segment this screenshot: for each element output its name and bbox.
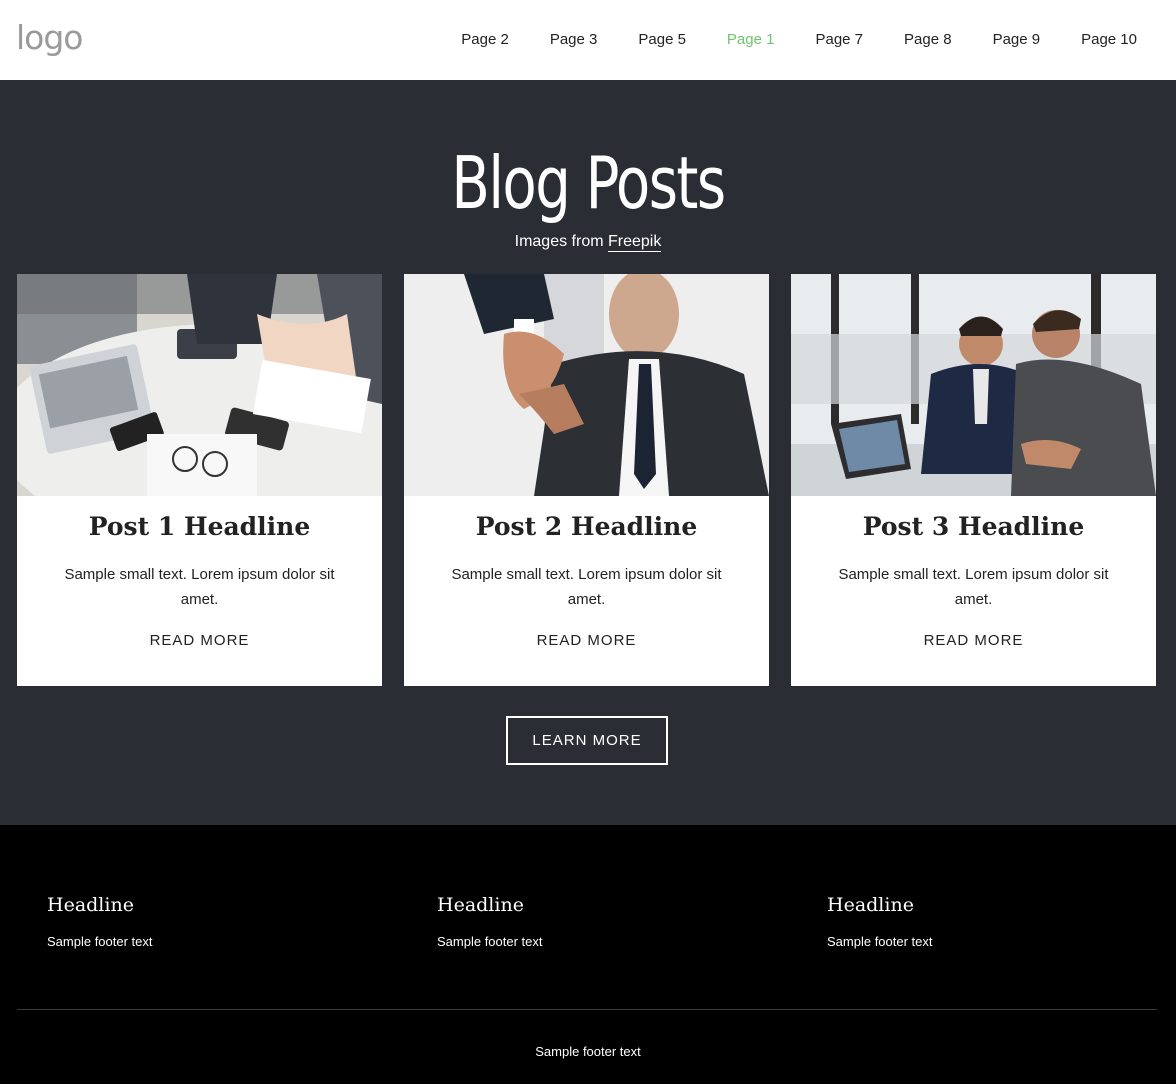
handshake-image [404, 274, 769, 496]
post-image-2 [404, 274, 769, 496]
footer-headline: Headline [437, 894, 524, 916]
footer-column-1: Headline Sample footer text [47, 893, 347, 949]
footer-text: Sample footer text [47, 934, 153, 949]
nav-item-page-8[interactable]: Page 8 [904, 30, 952, 50]
read-more-link[interactable]: READ MORE [791, 632, 1156, 649]
footer-headline: Headline [827, 894, 914, 916]
learn-more-button[interactable]: LEARN MORE [506, 716, 668, 765]
nav-item-page-3[interactable]: Page 3 [550, 30, 598, 50]
read-more-link[interactable]: READ MORE [404, 632, 769, 649]
nav-item-page-10[interactable]: Page 10 [1081, 30, 1137, 50]
subtitle-prefix: Images from [514, 233, 604, 250]
post-headline: Post 2 Headline [475, 512, 698, 541]
post-image-1 [17, 274, 382, 496]
section-title: Blog Posts [451, 141, 726, 225]
post-image-3 [791, 274, 1156, 496]
business-meeting-table-image [17, 274, 382, 496]
footer-bottom-text: Sample footer text [535, 1044, 641, 1059]
post-card-1: Post 1 Headline Sample small text. Lorem… [17, 274, 382, 686]
post-card-3: Post 3 Headline Sample small text. Lorem… [791, 274, 1156, 686]
footer-text: Sample footer text [437, 934, 543, 949]
blog-section: Blog Posts Images from Freepik Post 1 He… [0, 80, 1176, 825]
footer-column-3: Headline Sample footer text [827, 893, 1127, 949]
post-headline: Post 1 Headline [88, 512, 311, 541]
two-businessmen-laptop-image [791, 274, 1156, 496]
section-subtitle: Images from Freepik [0, 231, 1176, 253]
nav-item-page-9[interactable]: Page 9 [993, 30, 1041, 50]
nav-item-page-2[interactable]: Page 2 [461, 30, 509, 50]
footer-headline: Headline [47, 894, 134, 916]
nav-item-page-7[interactable]: Page 7 [815, 30, 863, 50]
post-card-2: Post 2 Headline Sample small text. Lorem… [404, 274, 769, 686]
logo[interactable]: logo [16, 18, 83, 57]
read-more-link[interactable]: READ MORE [17, 632, 382, 649]
main-nav: Page 2 Page 3 Page 5 Page 1 Page 7 Page … [420, 30, 1137, 50]
post-text: Sample small text. Lorem ipsum dolor sit… [64, 566, 335, 608]
footer-column-2: Headline Sample footer text [437, 893, 737, 949]
nav-item-page-5[interactable]: Page 5 [638, 30, 686, 50]
nav-item-page-1[interactable]: Page 1 [727, 30, 775, 50]
post-text: Sample small text. Lorem ipsum dolor sit… [451, 566, 722, 608]
freepik-link[interactable]: Freepik [608, 233, 662, 252]
footer-text: Sample footer text [827, 934, 933, 949]
site-footer: Headline Sample footer text Headline Sam… [0, 825, 1176, 1084]
footer-divider [17, 1009, 1157, 1010]
post-text: Sample small text. Lorem ipsum dolor sit… [838, 566, 1109, 608]
site-header: logo Page 2 Page 3 Page 5 Page 1 Page 7 … [0, 0, 1176, 80]
post-headline: Post 3 Headline [862, 512, 1085, 541]
